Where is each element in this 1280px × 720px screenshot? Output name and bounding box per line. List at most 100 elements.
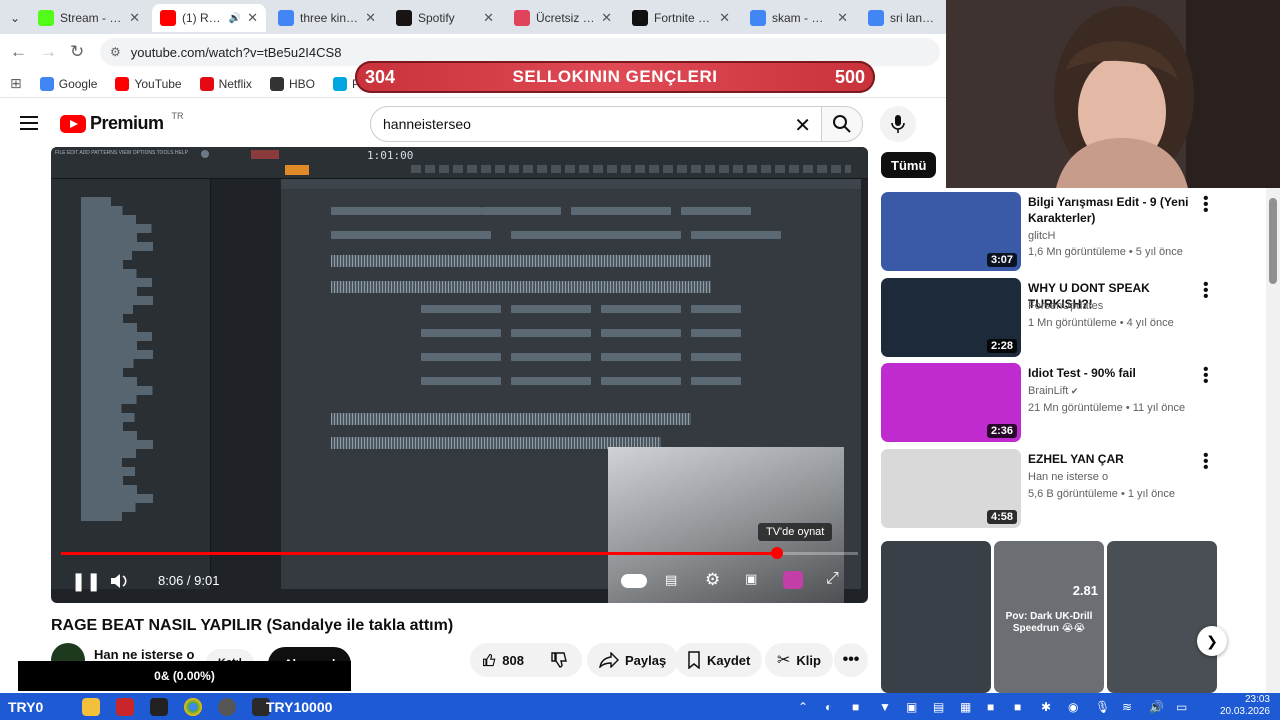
tab-close-icon[interactable]: ✕ (365, 10, 376, 26)
bookmark-youtube[interactable]: YouTube (115, 76, 182, 91)
video-channel[interactable]: BrainLift ✔ (1028, 385, 1078, 397)
battery-icon[interactable]: ▭ (1176, 697, 1187, 717)
subtitles-icon[interactable]: ▤ (665, 572, 677, 588)
short-video-card[interactable] (1107, 541, 1217, 693)
taskbar-clock[interactable]: 23:03 20.03.2026 (1210, 694, 1270, 718)
scrollbar-thumb[interactable] (1269, 198, 1277, 284)
tab-close-icon[interactable]: ✕ (247, 10, 258, 26)
tab-1[interactable]: (1) RAGE 🔊 ✕ (152, 4, 266, 32)
share-button[interactable]: Paylaş (587, 643, 679, 677)
bookmark-hbo[interactable]: HBO (269, 76, 315, 91)
bookmark-netflix[interactable]: Netflix (199, 76, 252, 91)
tab-close-icon[interactable]: ✕ (129, 10, 140, 26)
menu-icon[interactable] (20, 116, 38, 130)
recommended-video[interactable]: 2:36 Idiot Test - 90% fail BrainLift ✔ 21 M… (881, 362, 1211, 443)
video-thumbnail[interactable]: 2:28 (881, 278, 1021, 357)
tab-5[interactable]: Fortnite - He ✕ (624, 4, 738, 32)
tab-2[interactable]: three kingdo ✕ (270, 4, 384, 32)
taskbar-app-red-icon[interactable] (116, 697, 134, 717)
recommended-video[interactable]: 3:07 Bilgi Yarışması Edit - 9 (Yeni Karak… (881, 191, 1211, 272)
tab-audio-icon[interactable]: 🔊 (229, 13, 241, 24)
reload-icon[interactable]: ↻ (70, 42, 84, 62)
back-icon[interactable]: ← (10, 42, 27, 62)
apps-grid-icon[interactable]: ⊞ (10, 75, 22, 92)
taskbar-app-dark-icon[interactable] (150, 697, 168, 717)
clip-button[interactable]: ✂ Klip (765, 643, 833, 677)
tray-app-icon[interactable]: ▣ (906, 697, 917, 717)
tray-app-icon[interactable]: ■ (987, 697, 994, 717)
tab-close-icon[interactable]: ✕ (601, 10, 612, 26)
page-scrollbar[interactable] (1266, 188, 1280, 693)
settings-gear-icon[interactable]: ⚙ (705, 570, 720, 590)
more-vertical-icon[interactable]: • • • (1203, 362, 1209, 390)
forward-icon[interactable]: → (40, 42, 57, 62)
file-explorer-icon[interactable] (82, 697, 100, 717)
youtube-premium-logo[interactable]: Premium TR (60, 111, 184, 134)
tray-app-icon[interactable]: ▤ (933, 697, 944, 717)
site-info-icon[interactable]: ⚙ (110, 45, 121, 59)
taskbar-app-gray-icon[interactable] (218, 697, 236, 717)
tab-close-icon[interactable]: ✕ (719, 10, 730, 26)
short-video-card[interactable] (881, 541, 991, 693)
tab-close-icon[interactable]: ✕ (837, 10, 848, 26)
tab-close-icon[interactable]: ✕ (483, 10, 494, 26)
volume-icon[interactable]: 🔊 (1149, 697, 1164, 717)
tab-0[interactable]: Stream - Kick ✕ (30, 4, 148, 32)
tray-app-icon[interactable]: ▦ (960, 697, 971, 717)
short-video-card[interactable]: 2.81 Pov: Dark UK-Drill Speedrun 😭😭 (994, 541, 1104, 693)
chip-all[interactable]: Tümü (881, 152, 937, 178)
video-title-link[interactable]: Bilgi Yarışması Edit - 9 (Yeni Karakterl… (1028, 194, 1198, 226)
video-thumbnail[interactable]: 4:58 (881, 449, 1021, 528)
search-button[interactable] (821, 106, 863, 142)
video-thumbnail[interactable]: 2:36 (881, 363, 1021, 442)
channel-name[interactable]: Han ne isterse o (94, 647, 194, 662)
pause-icon[interactable]: ❚❚ (71, 571, 101, 592)
more-vertical-icon[interactable]: • • • (1203, 448, 1209, 476)
video-player[interactable]: FILE EDIT ADD PATTERNS VIEW OPTIONS TOOL… (51, 147, 868, 603)
tray-app-icon[interactable]: ■ (852, 697, 859, 717)
chevron-up-icon[interactable]: ⌃ (798, 697, 808, 717)
like-button[interactable]: 808 (470, 643, 536, 677)
chrome-icon[interactable] (184, 697, 202, 717)
tab-4[interactable]: Ücretsiz Oyun ✕ (506, 4, 620, 32)
more-vertical-icon[interactable]: • • • (1203, 277, 1209, 305)
tab-search-dropdown-icon[interactable]: ⌄ (6, 4, 24, 32)
video-channel[interactable]: Han ne isterse o (1028, 471, 1108, 483)
tray-app-icon[interactable]: ▼ (879, 697, 891, 717)
video-thumbnail[interactable]: 3:07 (881, 192, 1021, 271)
wifi-icon[interactable]: ≋ (1122, 697, 1132, 717)
tab-3[interactable]: Spotify ✕ (388, 4, 502, 32)
tab-title: Fortnite - He (654, 11, 713, 25)
video-channel[interactable]: ForsenUpdates (1028, 300, 1103, 312)
tray-app-icon[interactable]: ◉ (1068, 697, 1078, 717)
shorts-next-button[interactable]: ❯ (1197, 626, 1227, 656)
more-actions-button[interactable]: ••• (834, 643, 868, 677)
video-title-link[interactable]: EZHEL YAN ÇAR (1028, 451, 1198, 467)
tray-app-icon[interactable]: ■ (1014, 697, 1021, 717)
volume-icon[interactable] (109, 572, 129, 590)
more-vertical-icon[interactable]: • • • (1203, 191, 1209, 219)
microphone-icon[interactable]: 🎙 (1095, 697, 1110, 717)
save-button[interactable]: Kaydet (675, 643, 763, 677)
bookmark-favicon-icon (39, 76, 54, 91)
taskbar-try-right: TRY10000 (266, 697, 332, 717)
bluetooth-icon[interactable]: ✱ (1041, 697, 1051, 717)
tab-6[interactable]: skam - Goog ✕ (742, 4, 856, 32)
dislike-button[interactable] (536, 643, 582, 677)
autoplay-toggle[interactable] (621, 574, 647, 588)
bookmark-google[interactable]: Google (39, 76, 97, 91)
tv-play-badge[interactable]: TV'de oynat (758, 523, 833, 541)
video-title-link[interactable]: Idiot Test - 90% fail (1028, 365, 1198, 381)
fullscreen-icon[interactable]: ⤢ (826, 570, 839, 588)
voice-search-button[interactable] (880, 106, 916, 142)
tab-7[interactable]: sri lanka - Go (860, 4, 946, 32)
progress-scrubber-handle[interactable] (770, 547, 783, 559)
clear-search-icon[interactable]: ✕ (794, 113, 811, 138)
miniplayer-icon[interactable]: ▣ (745, 571, 757, 587)
recommended-video[interactable]: 2:28 WHY U DONT SPEAK TURKISH?! ForsenUpda… (881, 277, 1211, 358)
video-channel[interactable]: glitcH (1028, 230, 1056, 242)
recommended-video[interactable]: 4:58 EZHEL YAN ÇAR Han ne isterse o 5,6 B g… (881, 448, 1211, 529)
search-input[interactable]: hanneisterseo ✕ (370, 106, 822, 142)
tray-app-icon[interactable]: ◐ (825, 697, 832, 717)
cast-avatar-icon[interactable] (783, 571, 803, 589)
